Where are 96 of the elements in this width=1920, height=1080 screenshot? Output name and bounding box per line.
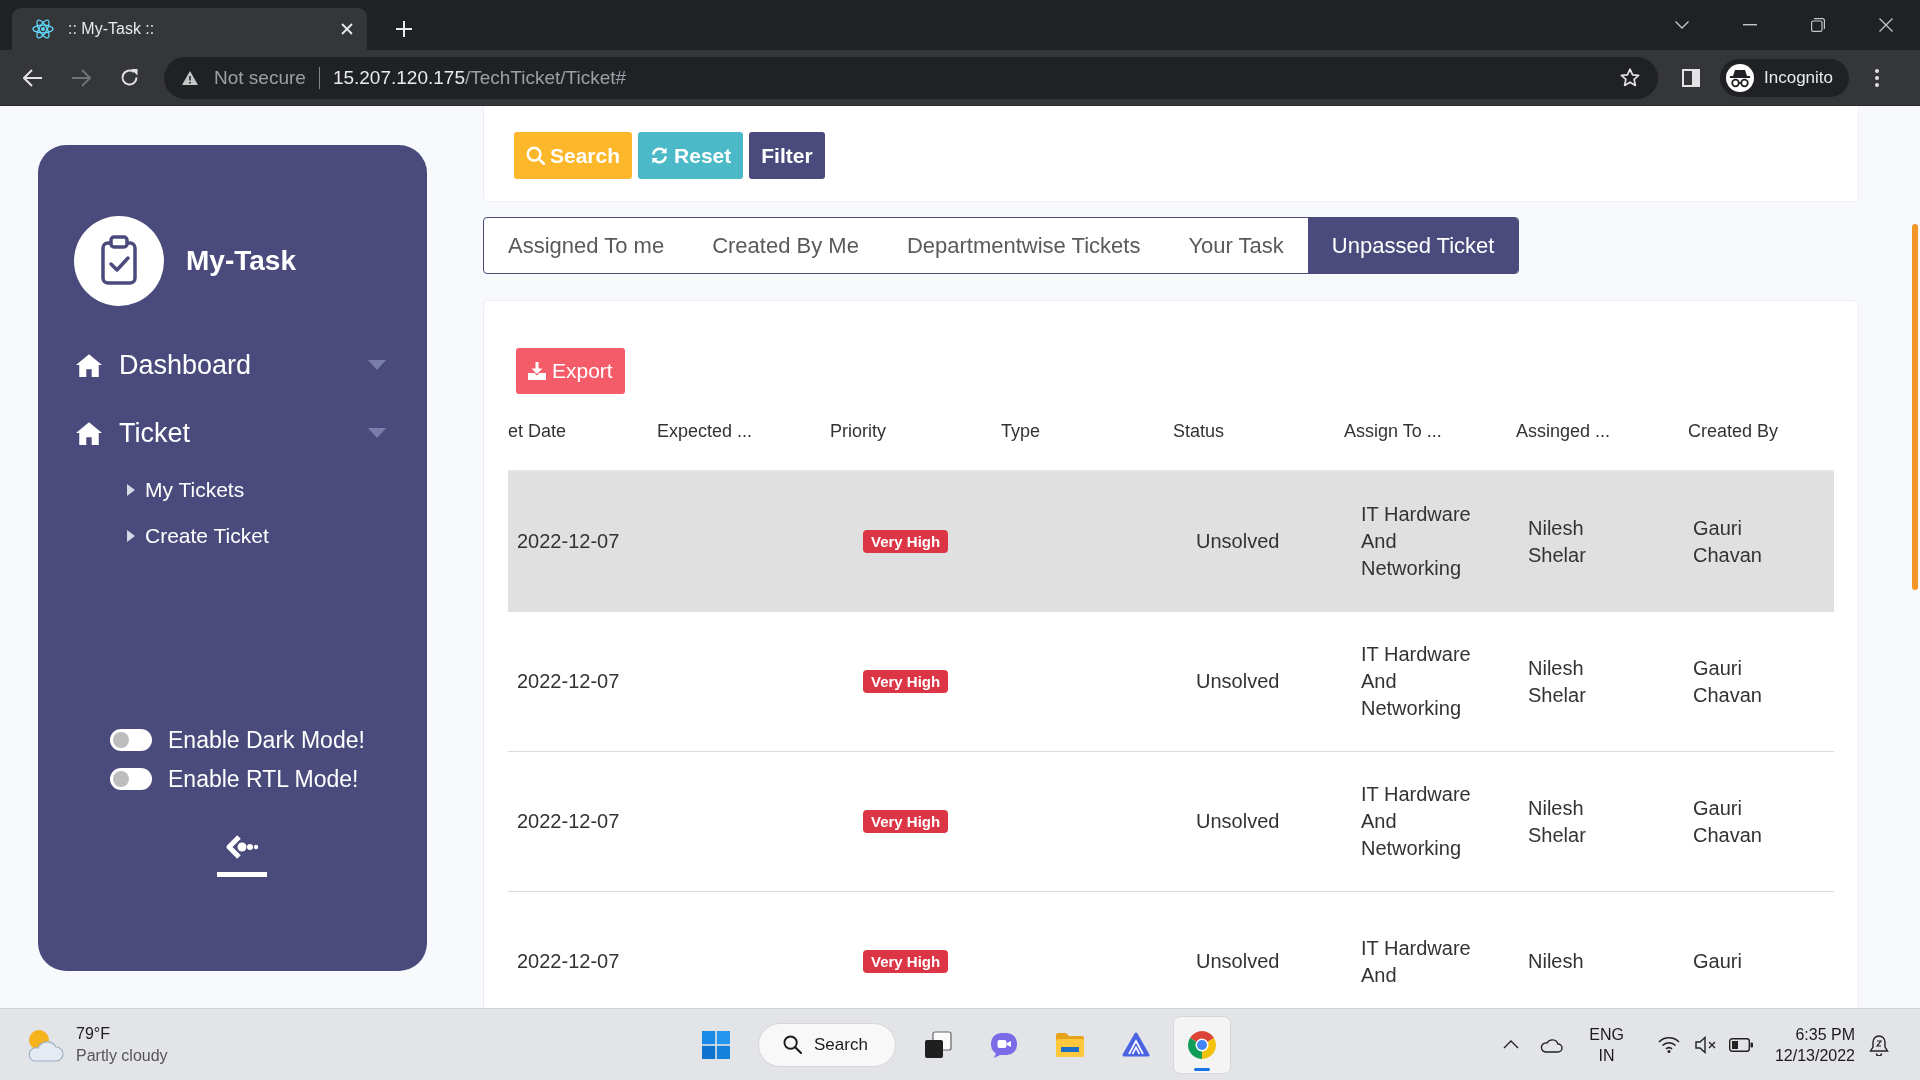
table-row[interactable]: 2022-12-07 Very High Unsolved IT Hardware And Networking Nilesh Shelar Gauri Chavan [508,472,1834,612]
task-view-icon[interactable] [924,1030,952,1059]
cloud-icon[interactable] [1539,1036,1564,1053]
browser-icon[interactable] [1174,1016,1230,1073]
caret-down-icon [368,428,386,438]
caret-down-icon [368,360,386,370]
priority-badge: Very High [863,530,949,553]
back-arrow-icon[interactable] [23,68,43,87]
search-icon [783,1035,802,1054]
filter-bar-button[interactable]: Filter [749,132,825,179]
download-icon [528,362,546,380]
more-icon[interactable] [1875,68,1879,87]
table-cell-text: Gauri Chavan [1693,515,1763,568]
priority-badge: Very High [863,950,949,973]
table-cell-text: Nilesh Shelar [1528,655,1587,708]
column-header: et Date [508,421,567,442]
table-cell-text: Nilesh [1528,949,1584,974]
speaker-muted-icon[interactable] [1694,1035,1717,1054]
column-header: Type [1001,421,1041,442]
submenu-link[interactable]: My Tickets [127,472,245,508]
battery-icon[interactable] [1728,1037,1753,1052]
restore-icon[interactable] [1811,18,1825,32]
tab[interactable]: Your Task [1164,218,1308,273]
warning-icon[interactable] [181,69,199,86]
language-button[interactable]: ENG IN [1589,1023,1624,1066]
minimize-icon[interactable] [1743,24,1757,26]
table-cell-text: Unsolved [1196,809,1280,834]
table-cell-text: IT Hardware And Networking [1361,782,1472,861]
table-cell-text: Nilesh Shelar [1528,795,1587,848]
collapse-arrow-icon[interactable] [217,834,267,878]
priority-badge: Very High [863,670,949,693]
table-cell-text: 2022-12-07 [517,529,620,554]
priority-badge: Very High [863,810,949,833]
weather-widget[interactable]: 79°F Partly cloudy [24,1022,168,1067]
wifi-icon[interactable] [1657,1036,1680,1053]
address-bar[interactable]: Not secure 15.207.120.175/TechTicket/Ticket# [164,56,1658,99]
triangle-app-icon[interactable] [1122,1030,1150,1059]
column-header: Priority [830,421,886,442]
tab[interactable]: Assigned To me [484,218,689,273]
caret-right-icon [127,530,135,542]
caret-right-icon [127,484,135,496]
search-icon [526,146,545,165]
toggle-switch[interactable] [110,768,152,790]
home-icon [76,421,102,445]
column-header: Expected ... [657,421,753,442]
security-label[interactable]: Not secure [214,66,306,89]
column-header: Created By [1688,421,1779,442]
toggle-label: Enable Dark Mode! [168,726,365,754]
table-cell-text: IT Hardware And Networking [1361,642,1472,721]
table-cell-text: Unsolved [1196,529,1280,554]
table-cell-text: Gauri Chavan [1693,655,1763,708]
table-cell-text: 2022-12-07 [517,949,620,974]
toggle-switch[interactable] [110,729,152,751]
column-header: Assinged ... [1516,421,1611,442]
video-chat-icon[interactable] [990,1030,1018,1059]
folder-icon[interactable] [1056,1030,1084,1059]
nav-link[interactable]: Dashboard [76,340,386,390]
taskbar-search-button[interactable]: Search [758,1022,896,1067]
table-cell-text: IT Hardware And Networking [1361,502,1472,581]
chevron-down-icon[interactable] [1675,21,1689,29]
table-cell-text: Gauri [1693,949,1742,974]
table-cell-text: Gauri Chavan [1693,795,1763,848]
forward-arrow-icon[interactable] [71,68,91,87]
table-cell-text: IT Hardware And [1361,935,1472,988]
refresh-icon [650,146,670,165]
incognito-icon [1726,63,1754,92]
start-icon[interactable] [702,1030,730,1059]
table-cell-text: Nilesh Shelar [1528,515,1587,568]
star-icon[interactable] [1620,68,1640,87]
home-icon [76,353,102,377]
column-header: Status [1173,421,1225,442]
clock[interactable]: 6:35 PM 12/13/2022 [1774,1023,1855,1066]
column-header: Assign To ... [1344,421,1442,442]
submenu-link[interactable]: Create Ticket [127,518,269,554]
notification-icon[interactable] [1868,1033,1890,1056]
chevron-up-icon[interactable] [1503,1040,1520,1049]
profile-button[interactable]: Incognito [1720,58,1849,97]
clipboard-check-icon [74,216,164,306]
table-cell-text: Unsolved [1196,949,1280,974]
atom-icon [32,18,54,40]
nav-link[interactable]: Ticket [76,408,386,458]
toggle-label: Enable RTL Mode! [168,765,359,793]
side-panel-icon[interactable] [1682,68,1700,87]
tab[interactable]: Created By Me [688,218,883,273]
table-cell-text: Unsolved [1196,669,1280,694]
scrollbar-thumb[interactable] [1912,224,1918,590]
plus-icon[interactable] [396,21,412,37]
reload-icon[interactable] [119,68,139,87]
brand-name: My-Task [186,245,296,277]
browser-tab[interactable]: :: My-Task :: [12,8,367,50]
table-cell-text: 2022-12-07 [517,669,620,694]
tab[interactable]: Unpassed Ticket [1307,218,1519,273]
table-cell-text: 2022-12-07 [517,809,620,834]
tab[interactable]: Departmentwise Tickets [882,218,1165,273]
url-text[interactable]: 15.207.120.175/TechTicket/Ticket# [332,66,1620,89]
close-icon[interactable] [1879,18,1893,32]
